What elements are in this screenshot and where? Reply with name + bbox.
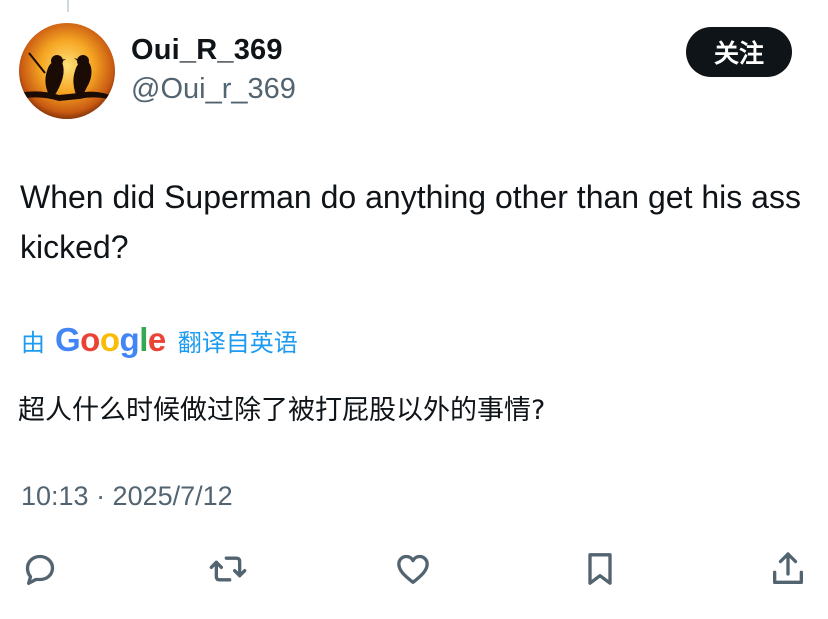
bookmark-button[interactable] [576, 545, 624, 593]
reply-icon [25, 554, 55, 585]
tweet-timestamp[interactable]: 10:13 · 2025/7/12 [21, 481, 233, 512]
reply-button[interactable] [16, 545, 64, 593]
avatar[interactable] [19, 23, 115, 119]
bookmark-icon [588, 553, 612, 585]
translation-attribution[interactable]: 由 Google 翻译自英语 [21, 318, 298, 362]
tweet-action-bar [0, 545, 828, 597]
share-button[interactable] [764, 545, 812, 593]
tweet-text: When did Superman do anything other than… [20, 179, 801, 265]
share-icon [773, 552, 803, 584]
translation-prefix: 由 [21, 328, 45, 357]
translated-tweet-text: 超人什么时候做过除了被打屁股以外的事情? [18, 395, 546, 426]
like-button[interactable] [389, 545, 437, 593]
author-handle[interactable]: @Oui_r_369 [131, 73, 296, 106]
retweet-icon [209, 556, 247, 582]
retweet-button[interactable] [204, 545, 252, 593]
follow-button[interactable]: 关注 [686, 27, 792, 77]
google-logo: Google [55, 321, 166, 358]
author-display-name[interactable]: Oui_R_369 [131, 34, 283, 67]
thread-connector-line [67, 0, 69, 12]
avatar-birds-image [19, 23, 115, 119]
translation-suffix: 翻译自英语 [177, 328, 298, 357]
heart-icon [397, 554, 429, 584]
